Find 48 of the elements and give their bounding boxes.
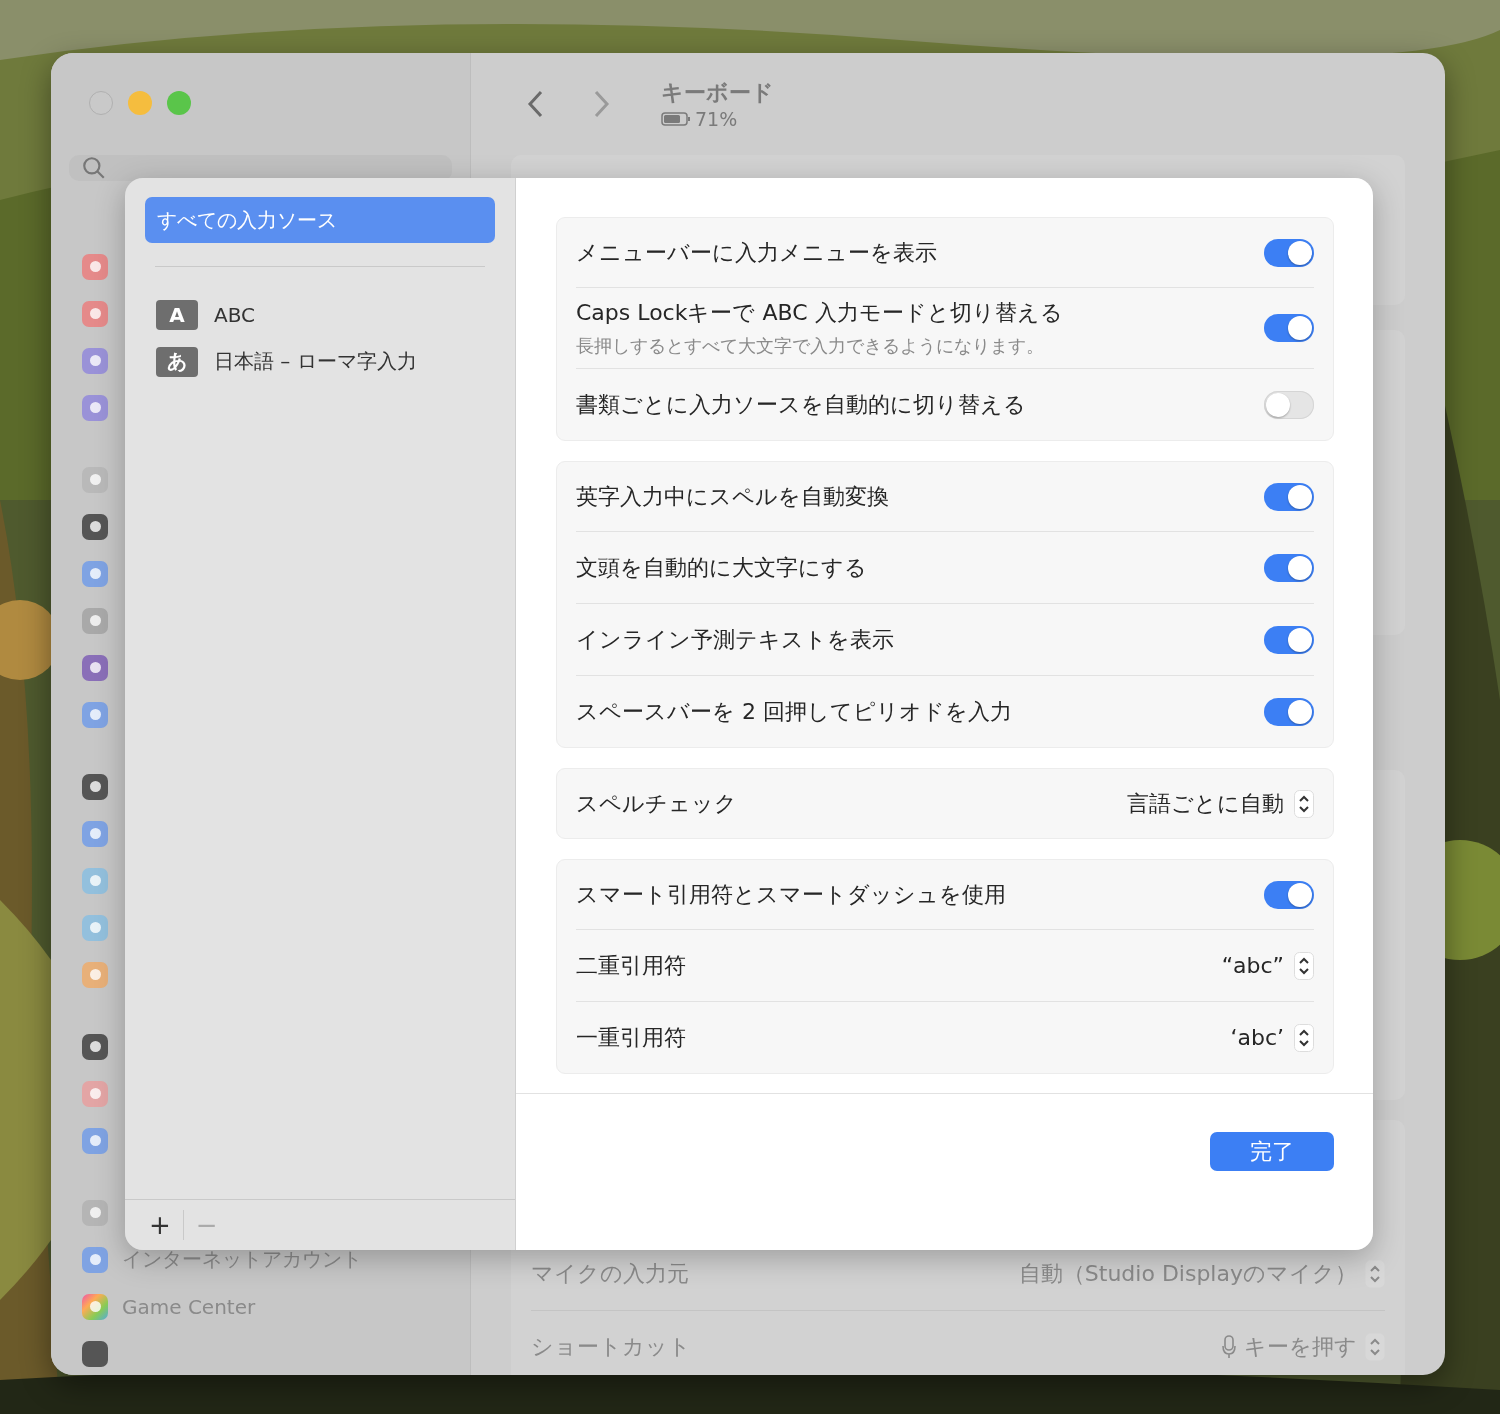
toggle-switch[interactable] xyxy=(1264,390,1314,419)
toggle-switch[interactable] xyxy=(1264,625,1314,654)
toggle-switch[interactable] xyxy=(1264,314,1314,342)
sidebar-item[interactable]: Game Center xyxy=(122,1294,256,1319)
source-label: ABC xyxy=(214,302,255,327)
setting-note: 長押しするとすべて大文字で入力できるようになります。 xyxy=(576,334,1045,358)
popup-value[interactable]: 自動（Studio Displayのマイク） xyxy=(1018,1259,1357,1289)
toggle-switch[interactable] xyxy=(1264,697,1314,726)
setting-label: インライン予測テキストを表示 xyxy=(576,625,894,654)
battery-icon xyxy=(661,112,691,126)
microphone-icon xyxy=(1222,1335,1236,1359)
toggle-switch[interactable] xyxy=(1264,880,1314,909)
close-button[interactable] xyxy=(89,91,113,115)
setting-label: 文頭を自動的に大文字にする xyxy=(576,553,867,582)
setting-label: ショートカット xyxy=(531,1333,691,1361)
search-field[interactable] xyxy=(69,155,452,181)
toggle-switch[interactable] xyxy=(1264,482,1314,511)
search-icon xyxy=(81,155,107,181)
toggle-switch[interactable] xyxy=(1264,553,1314,582)
battery-level: 71% xyxy=(695,108,738,130)
popup-value[interactable]: キーを押す xyxy=(1244,1332,1357,1362)
setting-label: 一重引用符 xyxy=(576,1023,686,1052)
sidebar-item[interactable]: すべての入力ソース xyxy=(145,197,495,243)
popup-value[interactable]: 言語ごとに自動 xyxy=(1127,788,1284,819)
popup-value[interactable]: “abc” xyxy=(1221,953,1284,978)
input-source-item[interactable]: あ 日本語 – ローマ字入力 xyxy=(145,338,495,385)
input-source-item[interactable]: A ABC xyxy=(145,291,495,338)
source-badge: あ xyxy=(156,346,198,377)
setting-label: スマート引用符とスマートダッシュを使用 xyxy=(576,880,1006,909)
zoom-button[interactable] xyxy=(167,91,191,115)
setting-label: 英字入力中にスペルを自動変換 xyxy=(576,482,889,511)
setting-label: マイクの入力元 xyxy=(531,1260,689,1288)
setting-label: 書類ごとに入力ソースを自動的に切り替える xyxy=(576,390,1026,419)
add-button[interactable]: + xyxy=(145,1210,175,1240)
stepper-icon[interactable] xyxy=(1294,951,1314,980)
toggle-switch[interactable] xyxy=(1264,238,1314,267)
setting-label: スペースバーを 2 回押してピリオドを入力 xyxy=(576,697,1012,726)
setting-label: Caps Lockキーで ABC 入力モードと切り替える xyxy=(576,299,1063,327)
stepper-icon[interactable] xyxy=(1294,789,1314,818)
stepper-icon[interactable] xyxy=(1294,1023,1314,1052)
setting-label: 二重引用符 xyxy=(576,951,686,980)
window-title: キーボード xyxy=(661,79,774,107)
setting-label: メニューバーに入力メニューを表示 xyxy=(576,238,937,267)
setting-label: スペルチェック xyxy=(576,789,737,818)
done-button[interactable]: 完了 xyxy=(1210,1132,1334,1171)
popup-value[interactable]: ‘abc’ xyxy=(1230,1025,1284,1050)
source-badge: A xyxy=(156,299,198,330)
source-label: 日本語 – ローマ字入力 xyxy=(214,348,417,375)
